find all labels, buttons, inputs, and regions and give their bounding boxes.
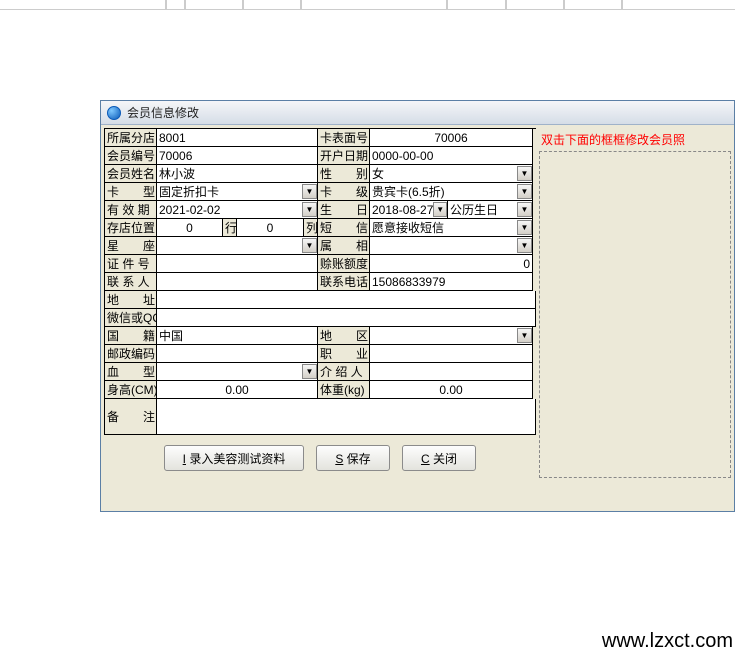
value-address[interactable] — [157, 291, 536, 309]
value-storepos[interactable]: 0 — [157, 219, 223, 237]
label-address: 地 址 — [105, 291, 157, 309]
value-contact[interactable] — [157, 273, 318, 291]
value-opendate[interactable]: 0000-00-00 — [370, 147, 533, 165]
value-bloodtype[interactable]: ▼ — [157, 363, 318, 381]
chevron-down-icon[interactable]: ▼ — [517, 328, 532, 343]
value-birthday[interactable]: 2018-08-27 ▼ — [370, 201, 448, 219]
value-zh-zodiac[interactable]: ▼ — [370, 237, 533, 255]
value-remark[interactable] — [157, 399, 536, 435]
value-cardface[interactable]: 70006 — [370, 129, 533, 147]
value-height[interactable]: 0.00 — [157, 381, 318, 399]
value-occupation[interactable] — [370, 345, 533, 363]
value-validto[interactable]: 2021-02-02 ▼ — [157, 201, 318, 219]
label-weight: 体重(kg) — [318, 381, 370, 399]
label-zodiac: 星 座 — [105, 237, 157, 255]
value-gender[interactable]: 女 ▼ — [370, 165, 533, 183]
app-icon — [107, 106, 121, 120]
label-branch: 所属分店 — [105, 129, 157, 147]
value-creditlimit[interactable]: 0 — [370, 255, 533, 273]
label-cardface: 卡表面号 — [318, 129, 370, 147]
value-postcode[interactable] — [157, 345, 318, 363]
label-cardtype: 卡 型 — [105, 183, 157, 201]
label-col: 列 — [304, 219, 318, 237]
chevron-down-icon[interactable]: ▼ — [302, 364, 317, 379]
button-row: I 录入美容测试资料 S 保存 C 关闭 — [104, 435, 536, 483]
form-grid: 所属分店 8001 卡表面号 70006 会员编号 70006 开户日期 000… — [104, 128, 536, 435]
label-nationality: 国 籍 — [105, 327, 157, 345]
label-referrer: 介 绍 人 — [318, 363, 370, 381]
value-weight[interactable]: 0.00 — [370, 381, 533, 399]
label-opendate: 开户日期 — [318, 147, 370, 165]
label-name: 会员姓名 — [105, 165, 157, 183]
label-zh-zodiac: 属 相 — [318, 237, 370, 255]
value-referrer[interactable] — [370, 363, 533, 381]
save-button[interactable]: S 保存 — [316, 445, 390, 471]
chevron-down-icon[interactable]: ▼ — [517, 220, 532, 235]
label-occupation: 职 业 — [318, 345, 370, 363]
label-remark: 备 注 — [105, 399, 157, 435]
label-idno: 证 件 号 — [105, 255, 157, 273]
label-region: 地 区 — [318, 327, 370, 345]
label-cardlevel: 卡 级 — [318, 183, 370, 201]
watermark: www.lzxct.com — [602, 630, 733, 653]
beauty-data-button[interactable]: I 录入美容测试资料 — [164, 445, 304, 471]
photo-box[interactable] — [539, 151, 731, 478]
label-height: 身高(CM) — [105, 381, 157, 399]
chevron-down-icon[interactable]: ▼ — [302, 202, 317, 217]
top-border — [0, 0, 735, 10]
value-storerow[interactable]: 0 — [237, 219, 304, 237]
label-memberno: 会员编号 — [105, 147, 157, 165]
titlebar[interactable]: 会员信息修改 — [101, 101, 734, 125]
value-sms[interactable]: 愿意接收短信 ▼ — [370, 219, 533, 237]
chevron-down-icon[interactable]: ▼ — [517, 238, 532, 253]
value-region[interactable]: ▼ — [370, 327, 533, 345]
close-button[interactable]: C 关闭 — [402, 445, 476, 471]
value-memberno[interactable]: 70006 — [157, 147, 318, 165]
value-nationality[interactable]: 中国 — [157, 327, 318, 345]
chevron-down-icon[interactable]: ▼ — [517, 184, 532, 199]
member-edit-dialog: 会员信息修改 所属分店 8001 卡表面号 70006 会员编号 70006 开… — [100, 100, 735, 512]
label-sms: 短 信 — [318, 219, 370, 237]
label-storepos: 存店位置 — [105, 219, 157, 237]
title-text: 会员信息修改 — [127, 104, 199, 121]
chevron-down-icon[interactable]: ▼ — [302, 238, 317, 253]
chevron-down-icon[interactable]: ▼ — [302, 184, 317, 199]
value-wechat[interactable] — [157, 309, 536, 327]
label-row: 行 — [223, 219, 237, 237]
value-phone[interactable]: 15086833979 — [370, 273, 533, 291]
value-branch[interactable]: 8001 — [157, 129, 318, 147]
photo-panel: 双击下面的框框修改会员照 — [539, 128, 731, 508]
label-validto: 有 效 期 — [105, 201, 157, 219]
value-zodiac[interactable]: ▼ — [157, 237, 318, 255]
label-creditlimit: 赊账额度 — [318, 255, 370, 273]
chevron-down-icon[interactable]: ▼ — [517, 166, 532, 181]
value-name[interactable]: 林小波 — [157, 165, 318, 183]
value-idno[interactable] — [157, 255, 318, 273]
label-gender: 性 别 — [318, 165, 370, 183]
chevron-down-icon[interactable]: ▼ — [433, 202, 447, 217]
label-phone: 联系电话 — [318, 273, 370, 291]
label-postcode: 邮政编码 — [105, 345, 157, 363]
photo-hint: 双击下面的框框修改会员照 — [539, 128, 731, 151]
label-contact: 联 系 人 — [105, 273, 157, 291]
label-wechat: 微信或QQ — [105, 309, 157, 327]
value-birthtype[interactable]: 公历生日 ▼ — [448, 201, 533, 219]
label-birthday: 生 日 — [318, 201, 370, 219]
label-bloodtype: 血 型 — [105, 363, 157, 381]
value-cardlevel[interactable]: 贵宾卡(6.5折) ▼ — [370, 183, 533, 201]
chevron-down-icon[interactable]: ▼ — [517, 202, 532, 217]
value-cardtype[interactable]: 固定折扣卡 ▼ — [157, 183, 318, 201]
